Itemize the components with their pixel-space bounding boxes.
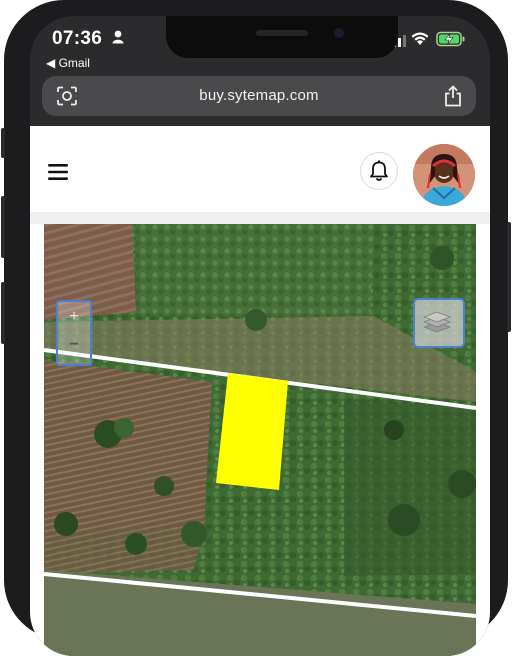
user-photo [413,144,475,206]
front-camera [334,28,344,38]
phone-screen: 07:36 ◀ Gmail buy.sytemap.com + − [30,16,490,656]
notifications-button[interactable] [360,152,398,190]
zoom-out-button[interactable]: − [58,336,90,354]
zoom-control: + − [56,300,92,366]
volume-down-button [1,282,5,344]
silent-switch [1,128,5,158]
person-icon [112,30,124,49]
bell-icon [370,160,388,181]
layers-icon [423,311,451,333]
volume-up-button [1,196,5,258]
hamburger-icon[interactable] [48,164,68,185]
header-divider [30,212,490,224]
avatar[interactable] [413,144,475,206]
battery-charging-icon [436,31,466,52]
app-content: + − [30,126,490,656]
power-button [507,222,511,332]
back-to-app-link[interactable]: ◀ Gmail [46,56,90,70]
map-layers-button[interactable] [413,298,465,348]
phone-frame: 07:36 ◀ Gmail buy.sytemap.com + − [1,0,511,656]
satellite-map[interactable]: + − [44,224,476,656]
zoom-in-button[interactable]: + [58,308,90,326]
status-time: 07:36 [52,28,103,49]
selected-plot[interactable] [216,373,288,490]
share-icon[interactable] [444,85,462,112]
map-imagery [44,224,476,656]
speaker-grille [256,30,308,36]
url-text[interactable]: buy.sytemap.com [42,87,476,104]
wifi-icon [410,31,430,51]
notch [166,16,398,58]
address-bar[interactable]: buy.sytemap.com [42,76,476,116]
